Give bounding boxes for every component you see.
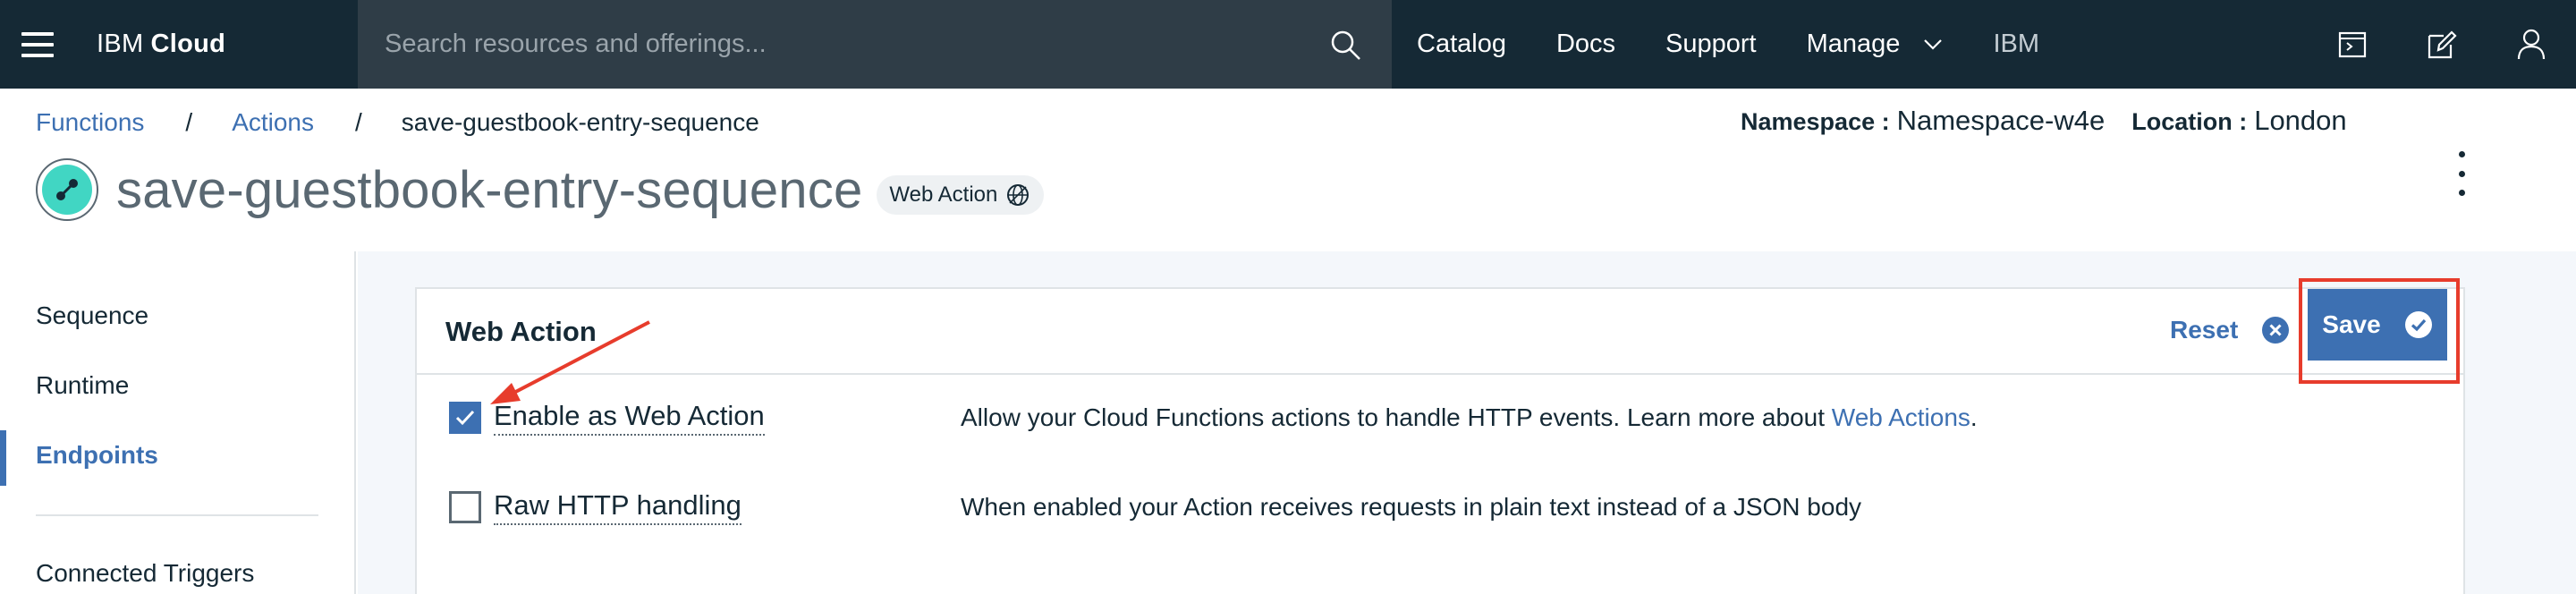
side-navigation: Sequence Runtime Endpoints Connected Tri…: [0, 251, 356, 594]
page-header: Functions / Actions / save-guestbook-ent…: [0, 89, 2576, 251]
sidebar-item-connected-triggers[interactable]: Connected Triggers: [36, 559, 254, 588]
nav-manage-label: Manage: [1806, 30, 1901, 58]
enable-web-action-checkbox[interactable]: [449, 402, 481, 434]
top-icon-group: [2308, 0, 2576, 89]
account-name: IBM: [1993, 30, 2039, 58]
card-title: Web Action: [445, 316, 597, 347]
enable-web-action-label[interactable]: Enable as Web Action: [494, 400, 765, 436]
save-button[interactable]: Save: [2308, 289, 2447, 361]
globe-icon: [1007, 184, 1030, 206]
cloud-shell-button[interactable]: [2308, 0, 2397, 89]
enable-web-action-description: Allow your Cloud Functions actions to ha…: [961, 403, 1978, 432]
top-nav-links: Catalog Docs Support Manage IBM: [1392, 0, 2064, 89]
sidebar-item-sequence[interactable]: Sequence: [36, 301, 148, 330]
hamburger-menu-icon[interactable]: [0, 0, 75, 89]
checkmark-icon: [455, 410, 475, 426]
namespace-key: Namespace :: [1741, 108, 1890, 135]
search-icon[interactable]: [1329, 29, 1361, 61]
ibm-cloud-logo[interactable]: IBM Cloud: [75, 0, 358, 89]
user-icon: [2517, 29, 2546, 59]
edit-icon: [2428, 30, 2457, 58]
reset-button[interactable]: Reset: [2170, 316, 2290, 344]
sidebar-item-endpoints[interactable]: Endpoints: [36, 441, 158, 470]
search-bar: [358, 0, 1392, 89]
chevron-down-icon: [1924, 38, 1943, 50]
brand-ibm: IBM: [97, 30, 144, 58]
title-row: save-guestbook-entry-sequence Web Action: [36, 158, 1045, 221]
breadcrumb-separator: /: [355, 108, 362, 136]
location-key: Location :: [2131, 108, 2248, 135]
main-content: Web Action Reset Save Enable as Web Acti…: [358, 251, 2576, 594]
namespace-location: Namespace : Namespace-w4e Location : Lon…: [1741, 105, 2374, 137]
nav-support-label: Support: [1665, 30, 1757, 58]
active-indicator: [0, 430, 6, 486]
save-label: Save: [2322, 310, 2381, 338]
option-enable-web-action: Enable as Web Action: [449, 400, 765, 436]
breadcrumb: Functions / Actions / save-guestbook-ent…: [36, 108, 759, 137]
sidebar-divider: [36, 514, 318, 516]
top-navigation-bar: IBM Cloud Catalog Docs Support Manage IB…: [0, 0, 2576, 89]
close-circle-icon: [2262, 317, 2290, 344]
brand-cloud: Cloud: [150, 30, 226, 58]
shell-icon: [2338, 31, 2367, 57]
nav-support[interactable]: Support: [1640, 0, 1782, 89]
breadcrumb-actions[interactable]: Actions: [232, 108, 314, 137]
web-actions-link[interactable]: Web Actions: [1832, 403, 1970, 431]
nav-docs[interactable]: Docs: [1531, 0, 1640, 89]
account-switcher[interactable]: IBM: [1968, 0, 2064, 89]
web-action-tag-label: Web Action: [889, 182, 998, 207]
raw-http-description: When enabled your Action receives reques…: [961, 493, 1862, 521]
breadcrumb-functions[interactable]: Functions: [36, 108, 144, 137]
feedback-button[interactable]: [2397, 0, 2487, 89]
option-raw-http: Raw HTTP handling: [449, 489, 741, 525]
sequence-action-icon: [36, 158, 98, 221]
raw-http-label[interactable]: Raw HTTP handling: [494, 489, 741, 525]
profile-button[interactable]: [2487, 0, 2576, 89]
checkmark-circle-icon: [2404, 311, 2432, 338]
desc-suffix: .: [1970, 403, 1978, 431]
card-header: Web Action Reset Save: [417, 278, 2463, 384]
reset-label: Reset: [2170, 316, 2239, 344]
nav-catalog-label: Catalog: [1417, 30, 1506, 58]
sidebar-item-runtime[interactable]: Runtime: [36, 371, 129, 400]
raw-http-checkbox[interactable]: [449, 491, 481, 523]
nav-docs-label: Docs: [1555, 30, 1616, 58]
overflow-menu-icon[interactable]: [2444, 151, 2479, 196]
breadcrumb-current: save-guestbook-entry-sequence: [401, 108, 759, 136]
breadcrumb-separator: /: [185, 108, 193, 136]
nav-manage[interactable]: Manage: [1782, 0, 1969, 89]
search-input[interactable]: [358, 30, 1288, 59]
location-value[interactable]: London: [2254, 105, 2346, 137]
enable-web-action-desc-text: Allow your Cloud Functions actions to ha…: [961, 403, 1832, 431]
page-title: save-guestbook-entry-sequence: [116, 160, 863, 219]
web-action-tag: Web Action: [877, 175, 1045, 215]
namespace-value[interactable]: Namespace-w4e: [1897, 105, 2106, 137]
web-action-card: Web Action Reset Save Enable as Web Acti…: [415, 278, 2465, 594]
nav-catalog[interactable]: Catalog: [1392, 0, 1531, 89]
